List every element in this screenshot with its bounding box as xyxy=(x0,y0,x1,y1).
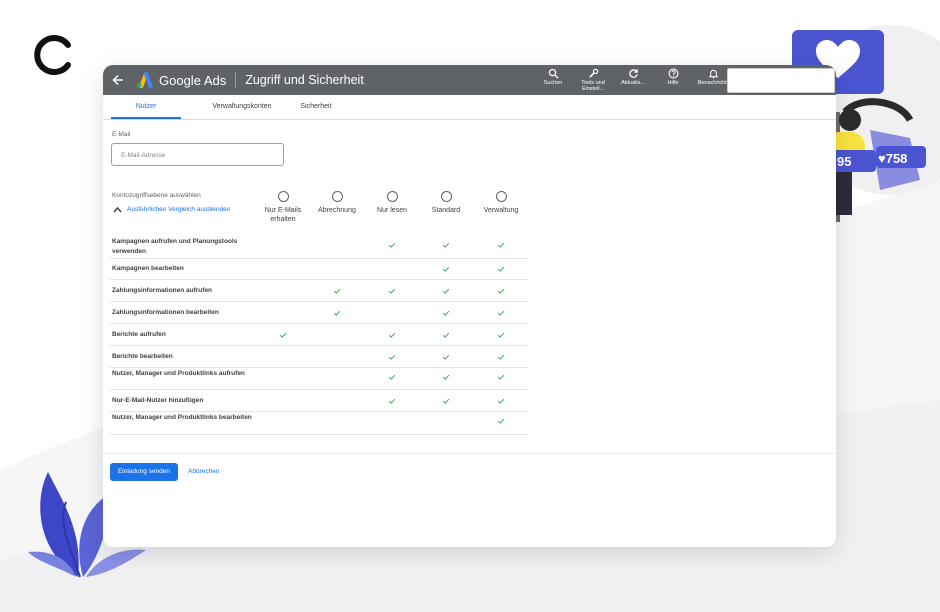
permission-row: Nutzer, Manager und Produktlinks aufrufe… xyxy=(110,368,528,390)
email-label: E-Mail xyxy=(112,131,131,138)
permission-label: Nutzer, Manager und Produktlinks aufrufe… xyxy=(112,370,245,377)
back-arrow-icon[interactable] xyxy=(111,73,125,87)
send-invite-button[interactable]: Einladung senden xyxy=(110,463,178,481)
account-search-field[interactable] xyxy=(727,68,835,93)
permission-label: Berichte aufrufen xyxy=(112,330,166,338)
tab-nutzer[interactable]: Nutzer xyxy=(111,95,181,119)
search-button-label: Suchen xyxy=(543,80,563,86)
footer-divider xyxy=(103,453,836,454)
search-button[interactable]: Suchen xyxy=(533,65,573,95)
access-level-option[interactable]: Nur E-Mails erhalten xyxy=(254,191,312,224)
refresh-button[interactable]: Aktualis... xyxy=(613,65,653,95)
wrench-icon xyxy=(588,68,598,78)
refresh-label: Aktualis... xyxy=(621,80,645,86)
permission-row: Zahlungsinformationen bearbeiten xyxy=(110,302,528,324)
checkmark-icon xyxy=(496,372,506,382)
radio-button[interactable] xyxy=(277,191,289,202)
tools-settings-label: Tools und Einstell... xyxy=(581,80,605,92)
checkmark-icon xyxy=(496,308,506,318)
help-label: Hilfe xyxy=(667,80,679,86)
search-icon xyxy=(548,68,559,79)
checkmark-icon xyxy=(332,286,342,296)
checkmark-icon xyxy=(441,352,451,362)
help-icon xyxy=(668,68,678,79)
checkmark-icon xyxy=(441,264,451,274)
checkmark-icon xyxy=(496,396,506,406)
refresh-icon xyxy=(628,69,638,78)
checkmark-icon xyxy=(441,372,451,382)
checkmark-icon xyxy=(332,308,342,318)
tools-settings-button[interactable]: Tools und Einstell... xyxy=(573,65,613,95)
permission-row: Berichte aufrufen xyxy=(110,324,528,346)
permission-label: Kampagnen bearbeiten xyxy=(112,265,184,272)
permission-row: Kampagnen bearbeiten xyxy=(110,259,528,280)
permission-label: Zahlungsinformationen aufrufen xyxy=(112,286,213,294)
bell-icon xyxy=(708,69,718,79)
checkmark-icon xyxy=(278,330,288,340)
help-button[interactable]: Hilfe xyxy=(653,65,693,95)
top-bar: Google Ads Zugriff und Sicherheit Suchen… xyxy=(103,65,836,95)
access-level-label: Nur E-Mails erhalten xyxy=(264,207,302,223)
tab-sicherheit[interactable]: Sicherheit xyxy=(281,95,351,119)
checkmark-icon xyxy=(387,396,397,406)
checkmark-icon xyxy=(387,372,397,382)
permission-label: Nur-E-Mail-Nutzer hinzufügen xyxy=(112,396,204,404)
google-ads-window: Google Ads Zugriff und Sicherheit Suchen… xyxy=(103,65,836,547)
radio-button[interactable] xyxy=(440,191,452,202)
comparison-toggle[interactable]: Ausführlichen Vergleich ausblenden xyxy=(113,206,230,213)
permission-row: Zahlungsinformationen aufrufen xyxy=(110,280,528,302)
follower-badge-count: 95 xyxy=(837,154,852,169)
permission-label: Nutzer, Manager und Produktlinks bearbei… xyxy=(112,414,252,421)
permission-row: Nur-E-Mail-Nutzer hinzufügen xyxy=(110,390,528,412)
checkmark-icon xyxy=(496,286,506,296)
radio-button[interactable] xyxy=(386,191,398,202)
access-level-label: Abrechnung xyxy=(318,207,356,214)
radio-button[interactable] xyxy=(495,191,507,202)
permission-row: Nutzer, Manager und Produktlinks bearbei… xyxy=(110,412,528,435)
checkmark-icon xyxy=(387,240,397,250)
chevron-up-icon xyxy=(113,206,122,213)
checkmark-icon xyxy=(387,352,397,362)
checkmark-icon xyxy=(441,396,451,406)
access-level-option[interactable]: Nur lesen xyxy=(363,191,421,215)
access-level-label: Verwaltung xyxy=(483,207,519,214)
cancel-button[interactable]: Abbrechen xyxy=(188,463,219,481)
radio-button[interactable] xyxy=(331,191,343,202)
checkmark-icon xyxy=(441,308,451,318)
access-level-label: Nur lesen xyxy=(377,207,407,214)
checkmark-icon xyxy=(496,330,506,340)
app-name: Google Ads xyxy=(159,72,227,88)
access-level-option[interactable]: Verwaltung xyxy=(472,191,530,215)
access-level-label: Kontozugriffsebene auswählen xyxy=(112,192,201,199)
access-level-option[interactable]: Abrechnung xyxy=(308,191,366,215)
permissions-table: Kampagnen aufrufen und Planungstools ver… xyxy=(110,236,528,435)
permission-row: Kampagnen aufrufen und Planungstools ver… xyxy=(110,236,528,259)
email-field[interactable]: E-Mail-Adresse xyxy=(111,143,284,166)
checkmark-icon xyxy=(496,264,506,274)
access-level-label: Standard xyxy=(431,207,461,214)
checkmark-icon xyxy=(496,240,506,250)
permission-label: Berichte bearbeiten xyxy=(112,352,173,360)
notifications-label: Benachricht. xyxy=(697,80,729,86)
checkmark-icon xyxy=(496,352,506,362)
checkmark-icon xyxy=(387,330,397,340)
title-divider xyxy=(235,72,237,88)
brand-logo xyxy=(34,35,71,75)
comparison-toggle-label: Ausführlichen Vergleich ausblenden xyxy=(127,206,231,213)
likes-badge-count: ♥758 xyxy=(878,151,908,166)
permission-row: Berichte bearbeiten xyxy=(110,346,528,368)
permission-label: Zahlungsinformationen bearbeiten xyxy=(112,308,219,316)
access-level-option[interactable]: Standard xyxy=(417,191,475,215)
permission-label: Kampagnen aufrufen und Planungstools ver… xyxy=(112,238,238,255)
checkmark-icon xyxy=(441,240,451,250)
checkmark-icon xyxy=(387,286,397,296)
checkmark-icon xyxy=(496,416,506,426)
toolbar: Suchen Tools und Einstell... Aktualis...… xyxy=(533,65,733,95)
tab-bar: Nutzer Verwaltungskonten Sicherheit xyxy=(103,95,836,120)
checkmark-icon xyxy=(441,330,451,340)
checkmark-icon xyxy=(441,286,451,296)
page-title: Zugriff und Sicherheit xyxy=(245,73,364,87)
google-ads-logo-icon xyxy=(136,72,153,88)
